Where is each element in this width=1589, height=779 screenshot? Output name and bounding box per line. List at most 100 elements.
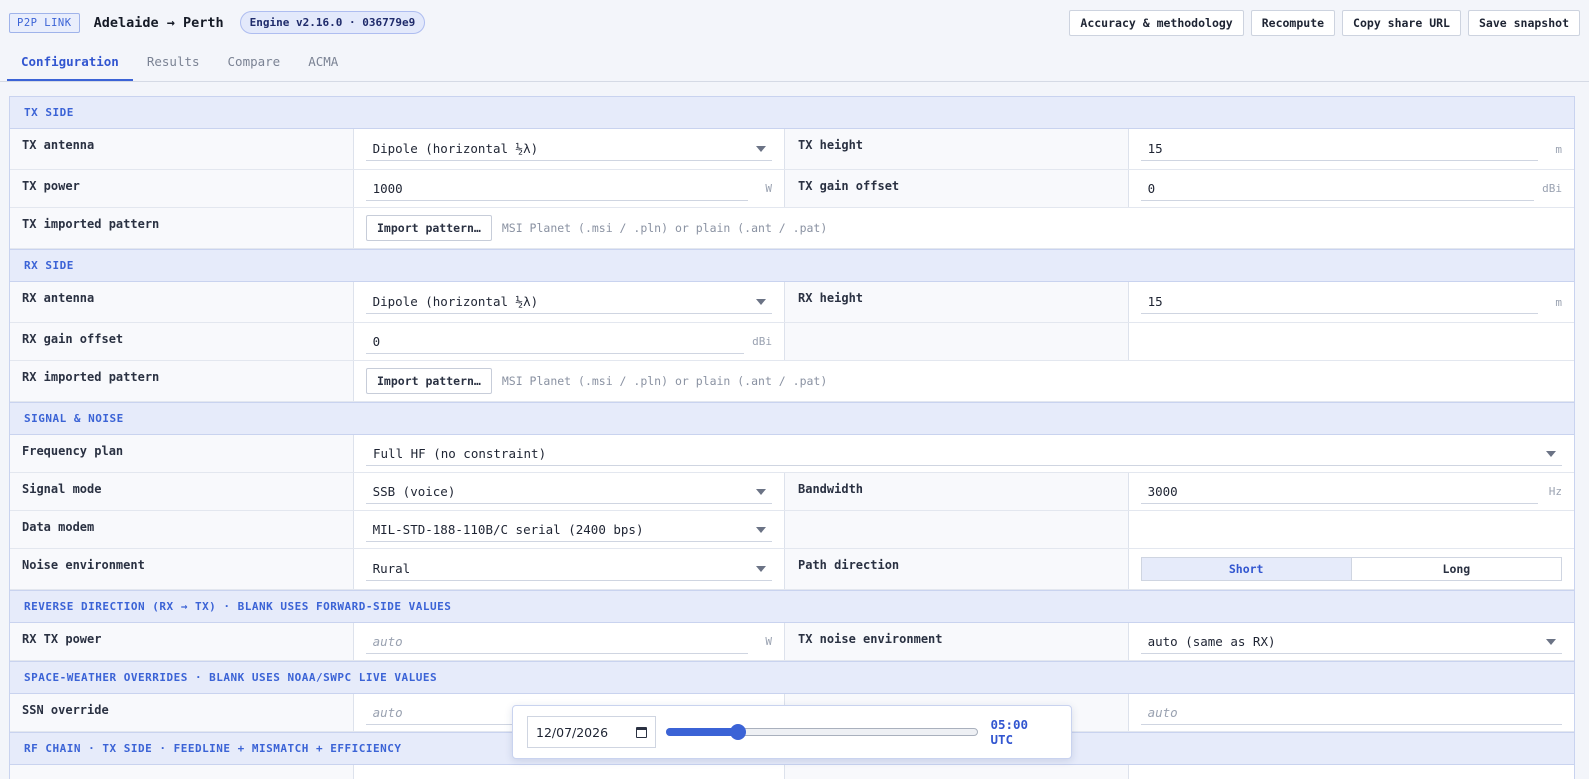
tab-acma[interactable]: ACMA xyxy=(294,45,352,81)
rx-height-cell: 15 m xyxy=(1129,282,1574,322)
tx-power-label: TX power xyxy=(10,170,354,207)
tx-antenna-select[interactable]: Dipole (horizontal ½λ) xyxy=(365,137,772,161)
tx-gain-cell: 0 dBi xyxy=(1129,170,1574,207)
chevron-down-icon xyxy=(1545,638,1556,645)
rx-pattern-hint: MSI Planet (.msi / .pln) or plain (.ant … xyxy=(501,374,828,388)
slider-fill xyxy=(666,728,738,736)
empty-label xyxy=(784,511,1129,548)
tx-power-unit: W xyxy=(765,182,772,195)
path-long-option[interactable]: Long xyxy=(1352,558,1561,580)
section-signal-noise: SIGNAL & NOISE xyxy=(10,402,1574,435)
tx-noise-environment-label: TX noise environment xyxy=(784,623,1129,660)
tx-height-label: TX height xyxy=(784,129,1129,169)
row-rx-antenna: RX antenna Dipole (horizontal ½λ) RX hei… xyxy=(10,282,1574,323)
section-rx-side: RX SIDE xyxy=(10,249,1574,282)
link-type-badge: P2P LINK xyxy=(9,12,80,33)
chevron-down-icon xyxy=(756,299,766,305)
empty-label xyxy=(784,323,1129,360)
weather-override-input[interactable]: auto xyxy=(1140,701,1562,725)
bandwidth-input[interactable]: 3000 xyxy=(1140,480,1538,504)
time-readout: 05:00 UTC xyxy=(990,717,1029,747)
path-direction-cell: Short Long xyxy=(1129,549,1574,589)
tx-power-cell: 1000 W xyxy=(354,170,784,207)
rx-gain-input[interactable]: 0 xyxy=(365,330,744,354)
tx-height-input[interactable]: 15 xyxy=(1140,137,1538,161)
tx-power-input[interactable]: 1000 xyxy=(365,177,748,201)
row-rx-gain: RX gain offset 0 dBi xyxy=(10,323,1574,361)
data-modem-select[interactable]: MIL-STD-188-110B/C serial (2400 bps) xyxy=(365,518,772,542)
slider-thumb[interactable] xyxy=(729,724,746,740)
noise-environment-select[interactable]: Rural xyxy=(365,557,772,581)
header-actions: Accuracy & methodology Recompute Copy sh… xyxy=(1069,9,1580,36)
rx-gain-cell: 0 dBi xyxy=(354,323,784,360)
bandwidth-label: Bandwidth xyxy=(784,473,1129,510)
tx-noise-environment-value: auto (same as RX) xyxy=(1147,633,1276,649)
tx-antenna-label: TX antenna xyxy=(10,129,354,169)
tab-compare[interactable]: Compare xyxy=(214,45,295,81)
ssn-override-label: SSN override xyxy=(10,694,354,731)
rx-height-input[interactable]: 15 xyxy=(1140,290,1538,314)
row-rf-chain-partial xyxy=(10,765,1574,779)
recompute-button[interactable]: Recompute xyxy=(1250,9,1336,36)
rx-tx-power-input[interactable]: auto xyxy=(365,630,748,654)
noise-environment-cell: Rural xyxy=(354,549,784,589)
section-space-weather: SPACE-WEATHER OVERRIDES · BLANK USES NOA… xyxy=(10,661,1574,694)
time-control-bar: 12/07/2026 05:00 UTC xyxy=(512,705,1072,759)
rx-height-label: RX height xyxy=(784,282,1129,322)
tab-results[interactable]: Results xyxy=(133,45,214,81)
frequency-plan-label: Frequency plan xyxy=(10,435,354,472)
rx-gain-label: RX gain offset xyxy=(10,323,354,360)
section-reverse-direction: REVERSE DIRECTION (RX → TX) · BLANK USES… xyxy=(10,590,1574,623)
noise-environment-value: Rural xyxy=(372,561,411,576)
rx-antenna-value: Dipole (horizontal ½λ) xyxy=(372,294,539,309)
section-tx-side: TX SIDE xyxy=(10,96,1574,129)
chevron-down-icon xyxy=(756,566,766,572)
rx-tx-power-label: RX TX power xyxy=(10,623,354,660)
path-direction-label: Path direction xyxy=(784,549,1129,589)
calendar-icon[interactable] xyxy=(636,726,648,738)
signal-mode-select[interactable]: SSB (voice) xyxy=(365,480,772,504)
tx-noise-environment-select[interactable]: auto (same as RX) xyxy=(1140,630,1562,654)
chevron-down-icon xyxy=(756,488,766,495)
weather-override-cell: auto xyxy=(1129,694,1574,731)
rx-tx-power-unit: W xyxy=(765,635,772,648)
chevron-down-icon xyxy=(756,526,766,533)
tx-gain-input[interactable]: 0 xyxy=(1140,177,1534,201)
rx-pattern-cell: Import pattern… MSI Planet (.msi / .pln)… xyxy=(354,361,1574,401)
chevron-down-icon xyxy=(756,146,766,152)
data-modem-cell: MIL-STD-188-110B/C serial (2400 bps) xyxy=(354,511,784,548)
frequency-plan-value: Full HF (no constraint) xyxy=(373,445,547,461)
rx-pattern-label: RX imported pattern xyxy=(10,361,354,401)
tab-configuration[interactable]: Configuration xyxy=(7,45,133,81)
accuracy-methodology-button[interactable]: Accuracy & methodology xyxy=(1069,9,1244,36)
row-rx-pattern: RX imported pattern Import pattern… MSI … xyxy=(10,361,1574,402)
top-bar: P2P LINK Adelaide → Perth Engine v2.16.0… xyxy=(0,0,1589,45)
time-slider[interactable] xyxy=(666,724,979,740)
chevron-down-icon xyxy=(1546,450,1556,457)
data-modem-value: MIL-STD-188-110B/C serial (2400 bps) xyxy=(372,521,644,537)
tx-height-unit: m xyxy=(1555,142,1562,156)
tx-pattern-hint: MSI Planet (.msi / .pln) or plain (.ant … xyxy=(501,221,828,235)
route-title: Adelaide → Perth xyxy=(93,14,224,31)
rx-antenna-select[interactable]: Dipole (horizontal ½λ) xyxy=(365,290,772,314)
row-data-modem: Data modem MIL-STD-188-110B/C serial (24… xyxy=(10,511,1574,549)
row-tx-pattern: TX imported pattern Import pattern… MSI … xyxy=(10,208,1574,249)
row-tx-power: TX power 1000 W TX gain offset 0 dBi xyxy=(10,170,1574,208)
rx-antenna-cell: Dipole (horizontal ½λ) xyxy=(354,282,784,322)
tx-import-pattern-button[interactable]: Import pattern… xyxy=(366,215,492,241)
copy-share-url-button[interactable]: Copy share URL xyxy=(1342,9,1461,36)
date-value: 12/07/2026 xyxy=(536,724,609,740)
row-tx-antenna: TX antenna Dipole (horizontal ½λ) TX hei… xyxy=(10,129,1574,170)
frequency-plan-select[interactable]: Full HF (no constraint) xyxy=(366,442,1562,466)
tx-gain-unit: dBi xyxy=(1542,182,1562,195)
path-short-option[interactable]: Short xyxy=(1141,558,1352,580)
rf-chain-cell xyxy=(354,765,784,779)
rx-import-pattern-button[interactable]: Import pattern… xyxy=(366,368,492,394)
save-snapshot-button[interactable]: Save snapshot xyxy=(1467,9,1580,36)
rx-height-unit: m xyxy=(1555,295,1562,309)
empty-cell xyxy=(1128,323,1574,360)
rx-tx-power-cell: auto W xyxy=(354,623,784,660)
signal-mode-value: SSB (voice) xyxy=(372,483,456,499)
row-frequency-plan: Frequency plan Full HF (no constraint) xyxy=(10,435,1574,473)
date-input[interactable]: 12/07/2026 xyxy=(527,716,657,748)
